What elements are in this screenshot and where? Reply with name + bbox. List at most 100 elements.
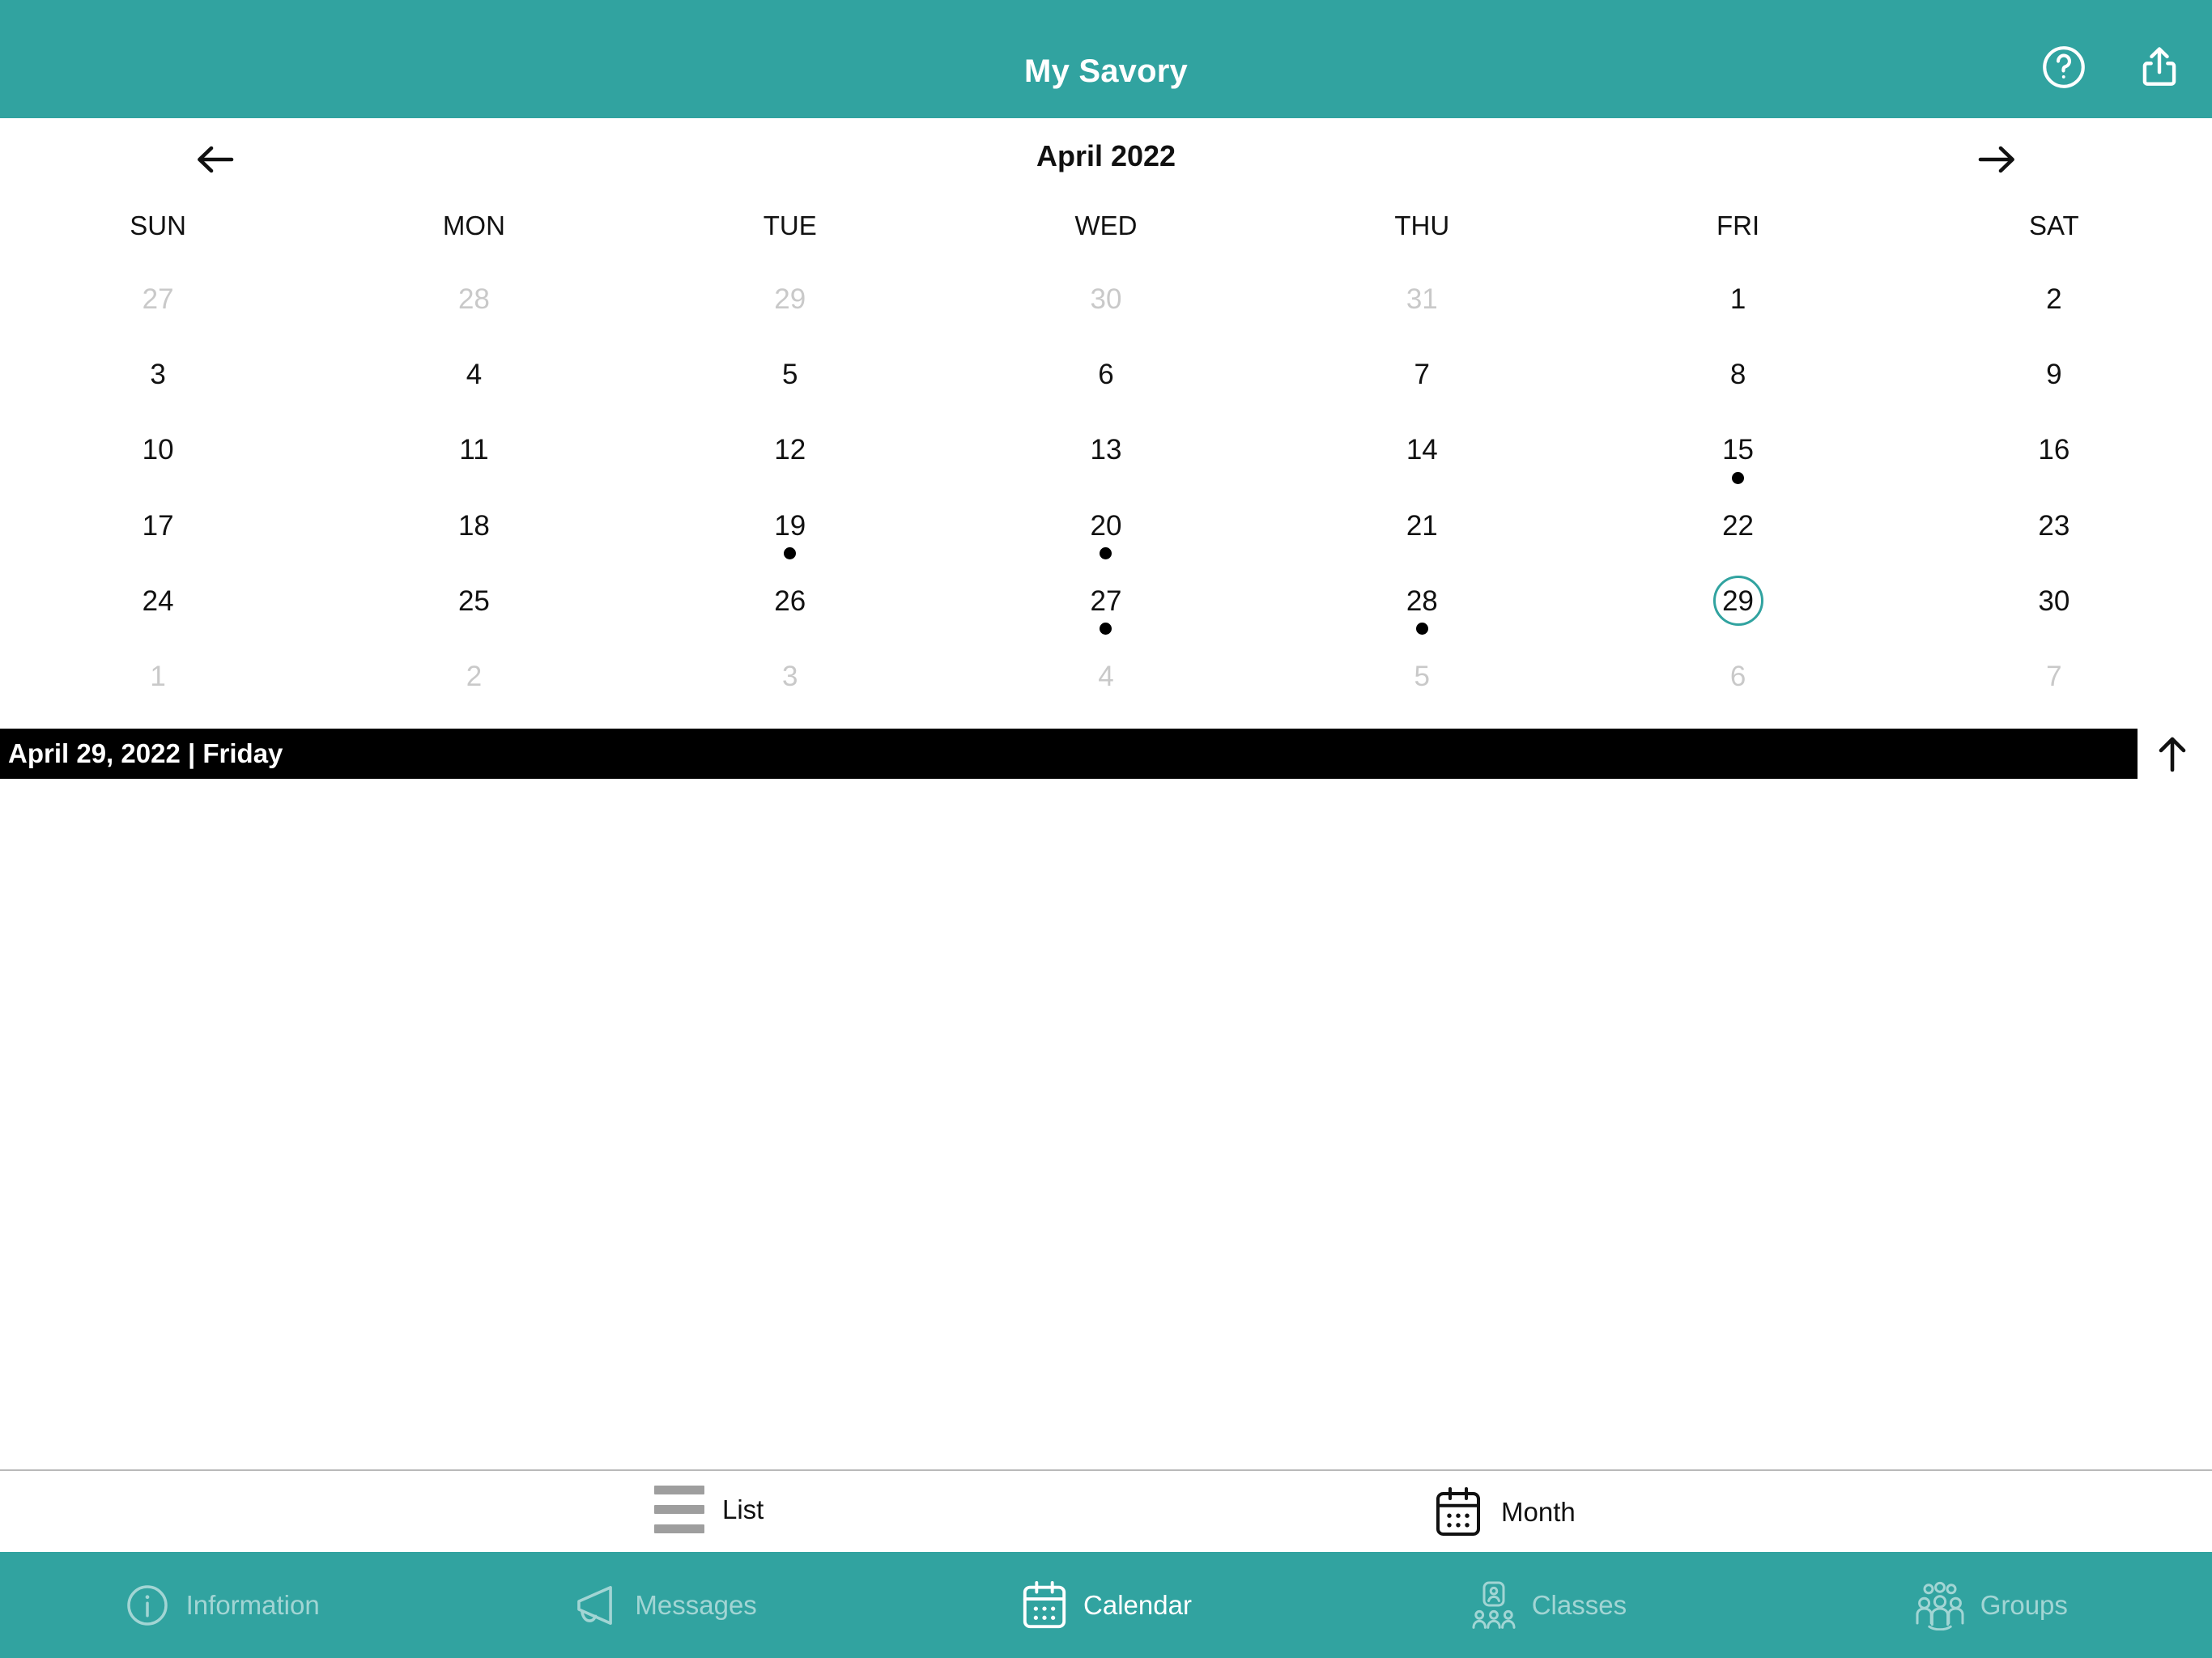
- share-icon[interactable]: [2134, 42, 2184, 92]
- calendar-day-cell[interactable]: 5: [1264, 645, 1580, 721]
- calendar-day-cell[interactable]: 7: [1264, 342, 1580, 418]
- calendar-day-number: 28: [1406, 585, 1438, 617]
- calendar-day-cell[interactable]: 25: [316, 569, 632, 644]
- tab-calendar[interactable]: Calendar: [885, 1552, 1327, 1658]
- calendar-day-cell[interactable]: 5: [632, 342, 948, 418]
- calendar-day-number: 29: [774, 283, 806, 315]
- calendar-day-cell[interactable]: 1: [1580, 267, 1895, 342]
- calendar-day-number: 18: [457, 509, 490, 542]
- tab-classes-label: Classes: [1531, 1589, 1627, 1620]
- question-circle-icon[interactable]: [2039, 42, 2089, 92]
- calendar-day-number: 3: [150, 358, 166, 390]
- calendar-day-cell[interactable]: 21: [1264, 494, 1580, 569]
- calendar-day-cell[interactable]: 20: [948, 494, 1264, 569]
- calendar-day-number: 5: [1414, 661, 1431, 693]
- view-option-month-label: Month: [1501, 1497, 1576, 1527]
- month-year-label: April 2022: [1036, 139, 1176, 172]
- calendar-day-cell[interactable]: 23: [1896, 494, 2212, 569]
- calendar-day-cell[interactable]: 13: [948, 419, 1264, 494]
- event-list-area: [0, 779, 2212, 1469]
- event-indicator-dot: [1100, 623, 1112, 636]
- calendar-day-cell[interactable]: 15: [1580, 419, 1895, 494]
- calendar-day-number: 7: [1414, 358, 1431, 390]
- calendar-day-cell[interactable]: 14: [1264, 419, 1580, 494]
- megaphone-icon: [570, 1581, 620, 1630]
- weekday-label-sun: SUN: [130, 210, 186, 240]
- list-icon: [654, 1486, 704, 1533]
- calendar-day-number: 14: [1406, 434, 1438, 466]
- arrow-up-icon[interactable]: [2154, 733, 2191, 775]
- weekday-label-thu: THU: [1394, 210, 1450, 240]
- selected-date-label: April 29, 2022 | Friday: [8, 738, 283, 768]
- calendar-day-number: 6: [1729, 661, 1746, 693]
- calendar-day-cell[interactable]: 2: [1896, 267, 2212, 342]
- calendar-day-cell[interactable]: 3: [0, 342, 316, 418]
- tab-information[interactable]: Information: [0, 1552, 442, 1658]
- event-indicator-dot: [784, 547, 797, 559]
- arrow-left-icon[interactable]: [193, 141, 238, 178]
- calendar-day-number: 21: [1406, 509, 1438, 542]
- calendar-day-cell[interactable]: 2: [316, 645, 632, 721]
- calendar-icon: [1020, 1579, 1069, 1631]
- calendar-day-cell[interactable]: 4: [316, 342, 632, 418]
- tab-classes[interactable]: Classes: [1327, 1552, 1769, 1658]
- calendar-day-cell[interactable]: 10: [0, 419, 316, 494]
- calendar-day-cell[interactable]: 17: [0, 494, 316, 569]
- calendar-day-number: 20: [1090, 509, 1122, 542]
- calendar-day-cell[interactable]: 28: [316, 267, 632, 342]
- calendar-day-cell[interactable]: 29: [1580, 569, 1895, 644]
- calendar-day-cell[interactable]: 8: [1580, 342, 1895, 418]
- calendar-day-cell[interactable]: 18: [316, 494, 632, 569]
- calendar-day-number: 15: [1722, 434, 1755, 466]
- weekday-label-sat: SAT: [2028, 210, 2079, 240]
- tab-calendar-label: Calendar: [1083, 1589, 1192, 1620]
- view-option-list-label: List: [722, 1494, 764, 1524]
- calendar-day-number: 28: [457, 283, 490, 315]
- calendar-day-cell[interactable]: 1: [0, 645, 316, 721]
- calendar-day-cell[interactable]: 11: [316, 419, 632, 494]
- tab-groups-label: Groups: [1980, 1589, 2068, 1620]
- classes-icon: [1470, 1580, 1517, 1630]
- calendar-day-number: 17: [142, 509, 174, 542]
- calendar-day-cell[interactable]: 3: [632, 645, 948, 721]
- view-option-month[interactable]: Month: [1433, 1486, 1576, 1539]
- calendar-day-cell[interactable]: 6: [948, 342, 1264, 418]
- calendar-day-cell[interactable]: 28: [1264, 569, 1580, 644]
- calendar-day-cell[interactable]: 22: [1580, 494, 1895, 569]
- tab-information-label: Information: [185, 1589, 320, 1620]
- calendar-day-cell[interactable]: 27: [948, 569, 1264, 644]
- calendar-day-cell[interactable]: 27: [0, 267, 316, 342]
- calendar-day-cell[interactable]: 19: [632, 494, 948, 569]
- calendar-day-number: 3: [781, 661, 798, 693]
- info-circle-icon: [123, 1581, 172, 1630]
- calendar-day-number: 27: [1090, 585, 1122, 617]
- tab-groups[interactable]: Groups: [1770, 1552, 2212, 1658]
- calendar-day-number: 10: [142, 434, 174, 466]
- calendar-day-cell[interactable]: 6: [1580, 645, 1895, 721]
- calendar-day-number: 6: [1098, 358, 1114, 390]
- app-title: My Savory: [1024, 53, 1188, 89]
- calendar-day-number: 1: [1729, 283, 1746, 315]
- calendar-day-cell[interactable]: 26: [632, 569, 948, 644]
- calendar-day-cell[interactable]: 4: [948, 645, 1264, 721]
- calendar-day-cell[interactable]: 7: [1896, 645, 2212, 721]
- tab-messages[interactable]: Messages: [442, 1552, 884, 1658]
- arrow-right-icon[interactable]: [1974, 141, 2019, 178]
- calendar-day-cell[interactable]: 31: [1264, 267, 1580, 342]
- view-option-list[interactable]: List: [654, 1486, 764, 1533]
- calendar-day-cell[interactable]: 29: [632, 267, 948, 342]
- selected-date-bar[interactable]: April 29, 2022 | Friday: [0, 729, 2138, 779]
- calendar-day-number: 23: [2038, 509, 2070, 542]
- calendar-day-cell[interactable]: 16: [1896, 419, 2212, 494]
- calendar-day-number: 7: [2046, 661, 2062, 693]
- calendar-day-cell[interactable]: 30: [1896, 569, 2212, 644]
- calendar-day-number: 27: [142, 283, 174, 315]
- weekday-label-mon: MON: [442, 210, 505, 240]
- calendar-day-cell[interactable]: 30: [948, 267, 1264, 342]
- calendar-day-cell[interactable]: 9: [1896, 342, 2212, 418]
- weekday-label-wed: WED: [1074, 210, 1138, 240]
- calendar-day-cell[interactable]: 12: [632, 419, 948, 494]
- calendar-day-cell[interactable]: 24: [0, 569, 316, 644]
- calendar-day-number: 2: [2046, 283, 2062, 315]
- calendar-day-number: 8: [1729, 358, 1746, 390]
